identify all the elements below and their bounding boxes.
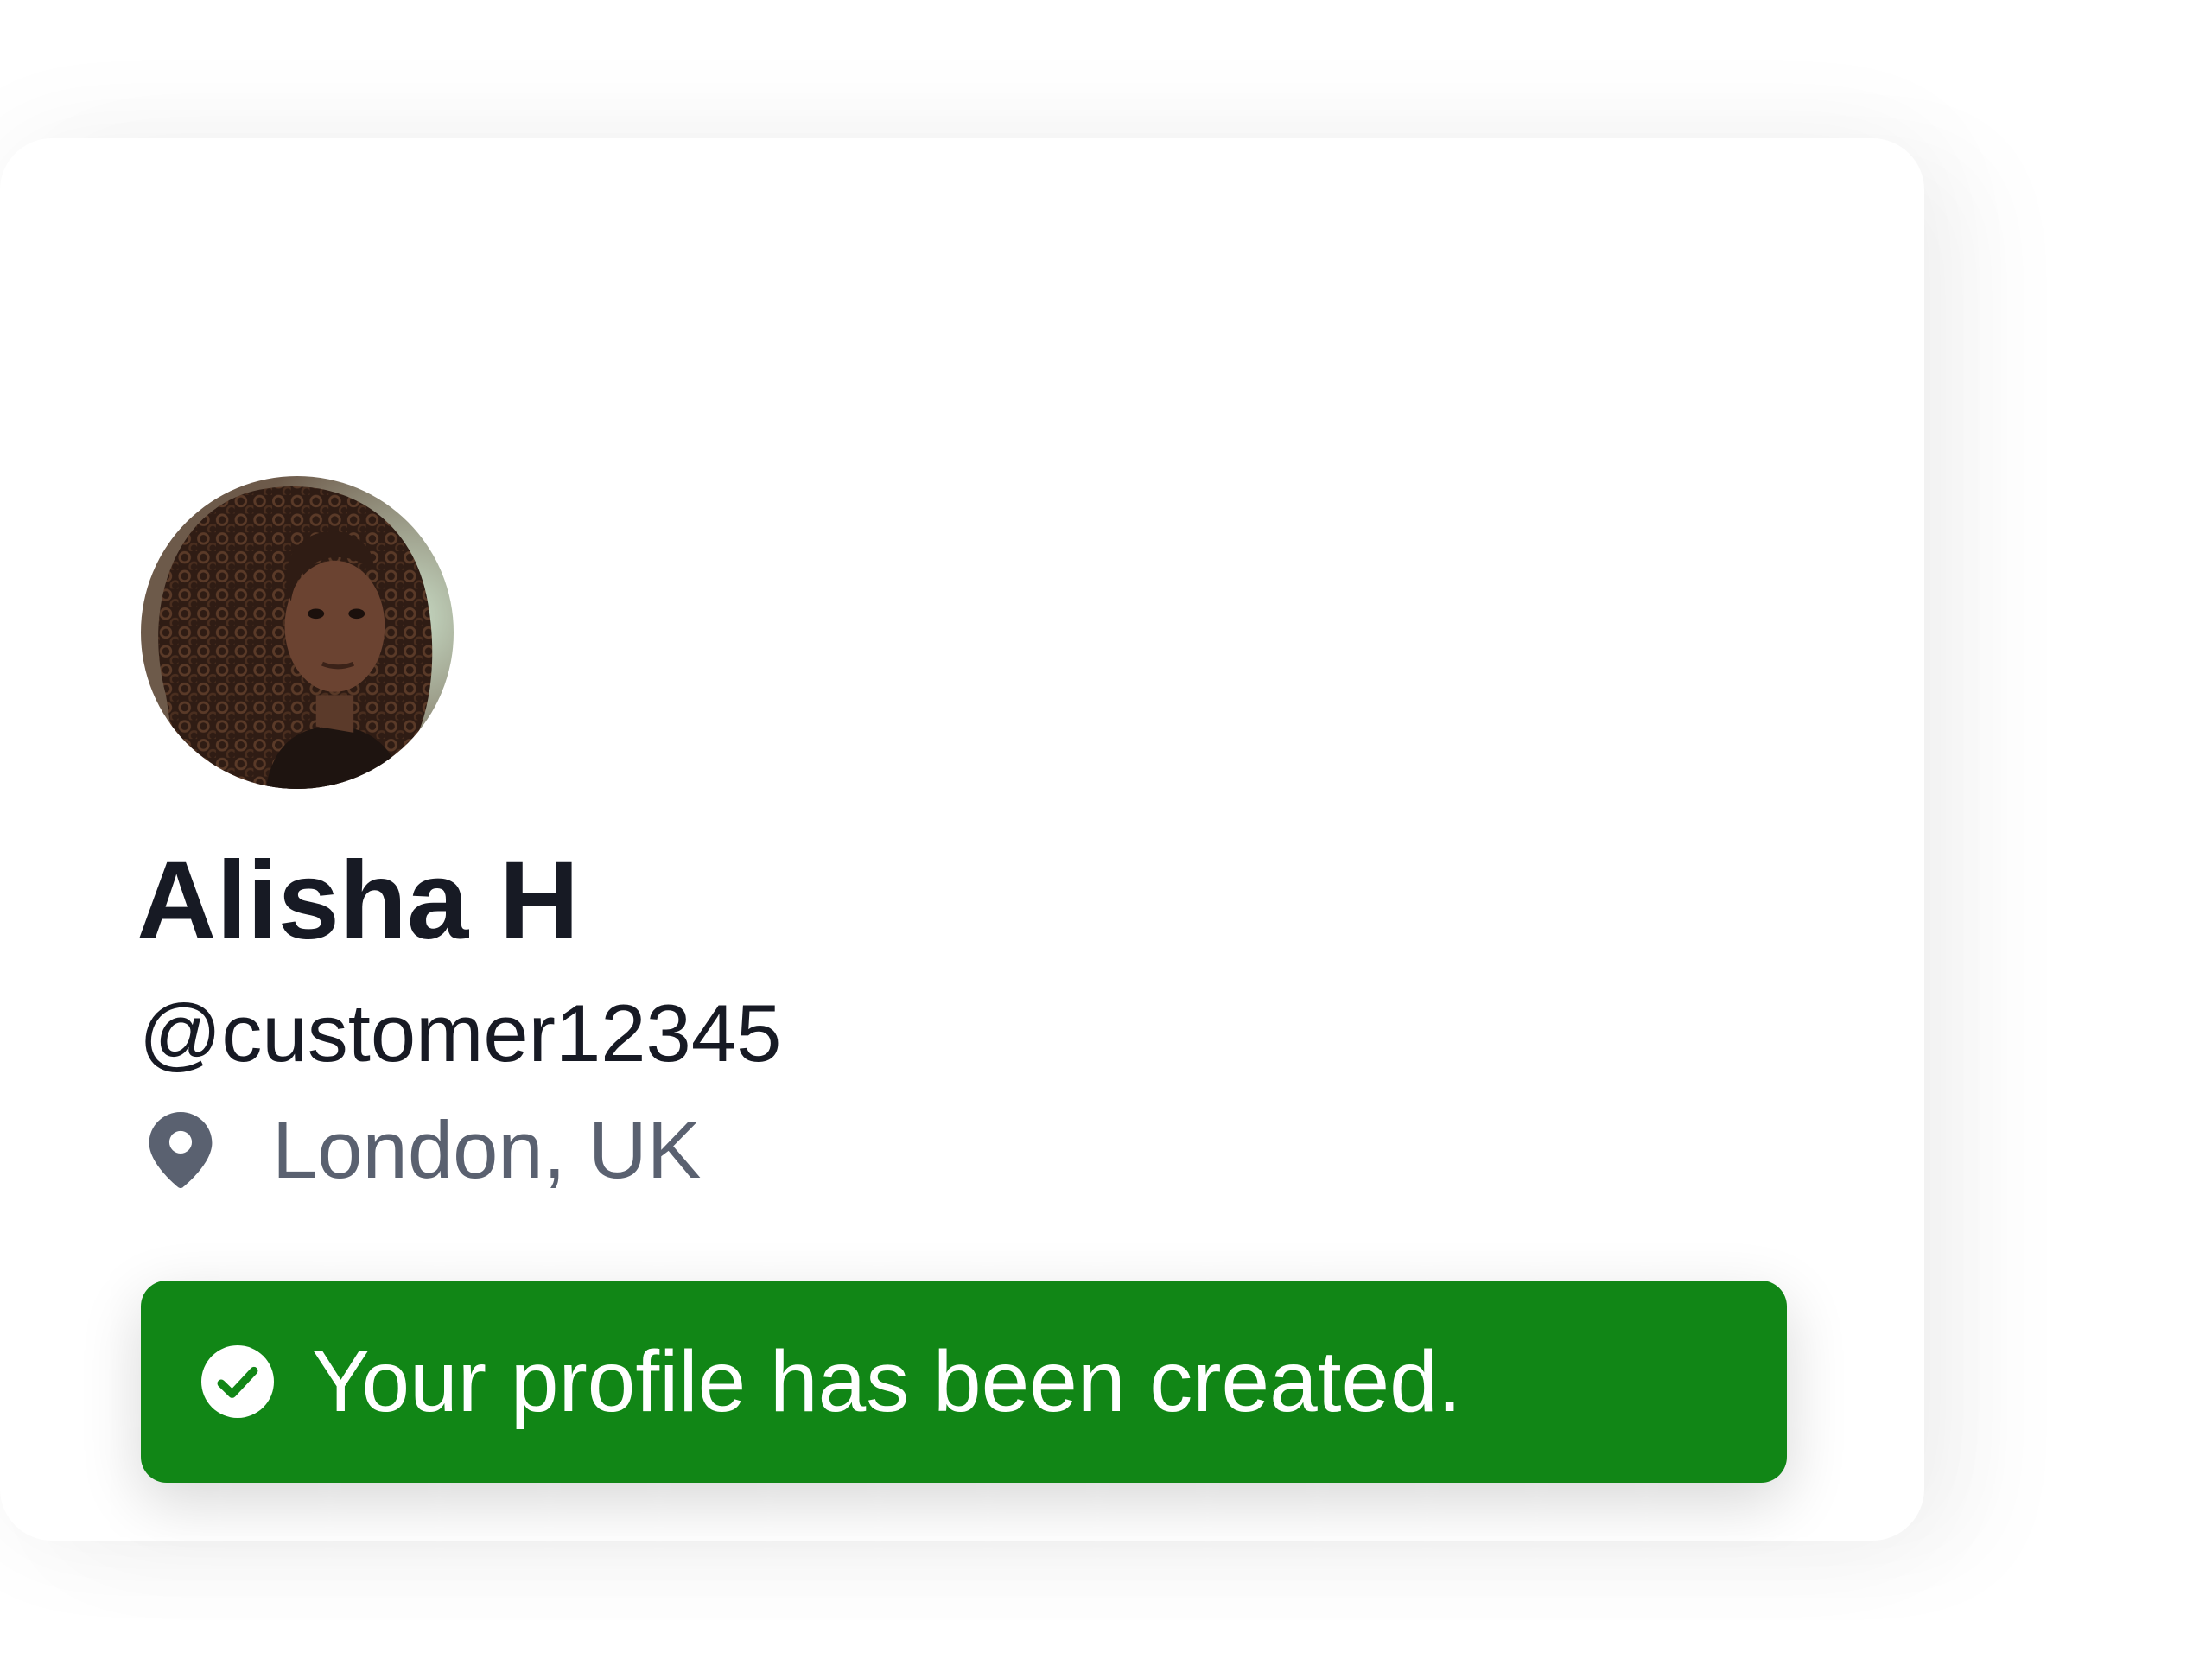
- profile-handle: @customer12345: [139, 988, 782, 1078]
- toast-message: Your profile has been created.: [312, 1333, 1462, 1430]
- avatar: [141, 476, 454, 789]
- success-toast: Your profile has been created.: [141, 1281, 1787, 1483]
- stage: Alisha H @customer12345 London, UK Your …: [0, 0, 2212, 1659]
- profile-location: London, UK: [149, 1096, 701, 1204]
- check-circle-icon: [201, 1345, 274, 1418]
- profile-card: Alisha H @customer12345 London, UK Your …: [0, 138, 1924, 1541]
- location-label: London, UK: [272, 1103, 702, 1195]
- profile-name: Alisha H: [137, 839, 580, 963]
- map-pin-icon: [149, 1111, 213, 1188]
